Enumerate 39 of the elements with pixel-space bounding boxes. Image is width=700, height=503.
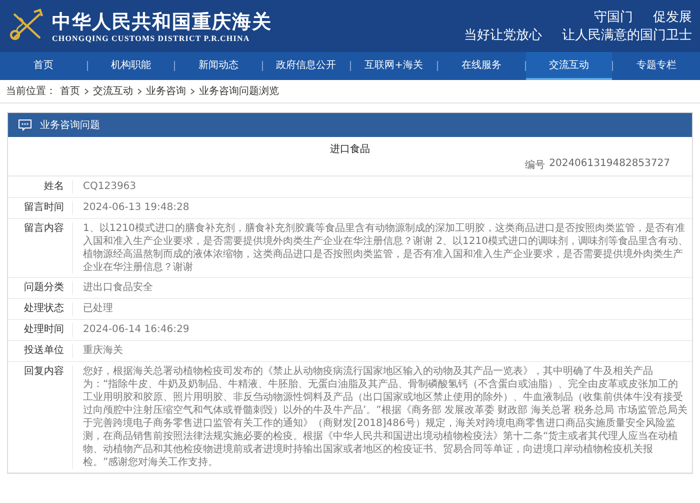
breadcrumb-link[interactable]: 业务咨询 — [146, 84, 186, 98]
nav-tab[interactable]: 专题专栏 — [613, 52, 700, 80]
field-value: 2024-06-13 19:48:28 — [82, 201, 190, 215]
number-value: 2024061319482853727 — [549, 158, 670, 171]
nav-tab[interactable]: 新闻动态 — [175, 52, 262, 80]
breadcrumb-link[interactable]: 交流互动 — [93, 84, 133, 98]
subject-title: 进口食品 — [329, 142, 371, 157]
slogan-text: 让人民满意的国门卫士 — [562, 26, 692, 44]
field-value: 进出口食品安全 — [82, 280, 154, 295]
field-label: 回复内容 — [24, 365, 64, 379]
breadcrumb-link[interactable]: 业务咨询问题浏览 — [199, 84, 279, 98]
nav-tab[interactable]: 互联网+海关 — [350, 52, 438, 80]
field-label: 处理状态 — [24, 302, 64, 316]
nav-tab[interactable]: 首页 — [0, 52, 87, 80]
site-title: 中华人民共和国重庆海关 — [52, 10, 272, 34]
slogan-text: 促发展 — [653, 8, 692, 26]
field-value: CQ123963 — [82, 180, 138, 194]
slogan-text: 当好让党放心 — [464, 26, 542, 44]
field-label: 留言内容 — [24, 222, 64, 236]
site-subtitle: CHONGQING CUSTOMS DISTRICT P.R.CHINA — [52, 34, 251, 42]
field-label: 投送单位 — [24, 344, 64, 358]
field-value: 已处理 — [82, 302, 114, 316]
panel-title: 业务咨询问题 — [40, 118, 100, 132]
field-label: 姓名 — [44, 180, 64, 194]
field-value: 2024-06-14 16:46:29 — [82, 323, 190, 337]
nav-tab[interactable]: 在线服务 — [438, 52, 525, 80]
nav-tab[interactable]: 交流互动 — [526, 52, 612, 80]
nav-tab[interactable]: 政府信息公开 — [262, 52, 350, 80]
slogan-text: 守国门 — [594, 8, 633, 26]
field-label: 留言时间 — [24, 201, 64, 215]
field-label: 问题分类 — [24, 281, 64, 295]
field-value: 重庆海关 — [82, 344, 124, 358]
number-label: 编号 — [525, 158, 546, 172]
field-value: 您好，根据海关总署动植物检疫司发布的《禁止从动物疫病流行国家地区输入的动物及其产品一览表》，其中明确了牛及相关产品为：“指除牛皮、牛奶及奶制品、牛精液、牛胚胎、无蛋白油脂及其产品、骨制磷酸氢钙（不含蛋白或油脂）、完全由皮革或皮张加工的工业用明胶和胶原、照片用明胶、非反刍动物源性饲料及产品（出口国家或地区禁止使用的除外）、牛血液制品（收集前供体牛没有接受过向颅腔中注射压缩空气和气体或脊髓刺毁）以外的牛及牛产品’。”根据《商务部 发展改革委 财政部 海关总署 税务总局 市场监管总局关于完善跨境电子商务零售进口监管有关工作的通知》（商财发[2018]486号）规定，海关对跨境电商零售进口商品实施质量安全风险监测，在商品销售前按照法律法规实施必要的检疫。根据《中华人民共和国进出境动植物检疫法》第十二条“货主或者其代理人应当在动植物、动植物产品和其他检疫物进境前或者进境时持输出国家或者地区的检疫证书、贸易合同等单证，向进境口岸动植物检疫机关报检。”感谢您对海关工作支持。 — [82, 364, 688, 470]
breadcrumb-link[interactable]: 首页 — [60, 84, 80, 98]
field-value: 1、以1210模式进口的膳食补充剂，膳食补充剂胶囊等食品里含有动物源制成的深加工明胶，这类商品进口是否按照肉类监管，是否有准入国和准入生产企业要求，是否需要提供境外肉类生产企业在华注册信息？谢谢 2、以1210模式进口的调味剂，调味剂等食品里含有动、植物源经高温熬制而成的液体浓缩物，这类商品进口是否按照肉类监管，是否有准入国和准入生产企业要求，是否需要提供境外肉类生产企业在华注册信息？谢谢 — [82, 222, 689, 275]
nav-tab[interactable]: 机构职能 — [88, 52, 174, 80]
field-label: 处理时间 — [24, 323, 64, 337]
breadcrumb-label: 当前位置： — [6, 84, 56, 98]
